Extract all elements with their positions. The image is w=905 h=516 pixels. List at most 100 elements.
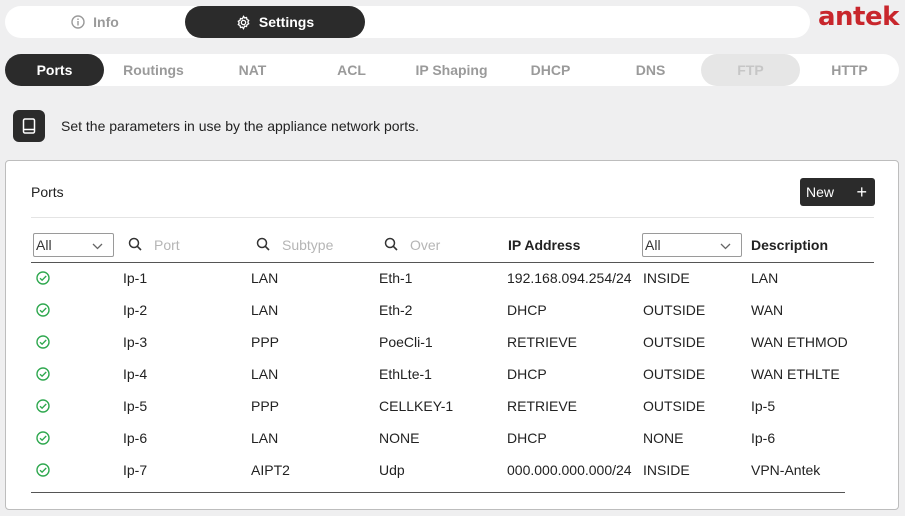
cell-ip: 000.000.000.000/24 bbox=[507, 462, 632, 478]
cell-over: EthLte-1 bbox=[379, 366, 432, 382]
cell-zone: OUTSIDE bbox=[643, 302, 706, 318]
ports-panel: Ports New + All Port Subtype Over IP Add… bbox=[5, 160, 899, 510]
cell-ip: RETRIEVE bbox=[507, 334, 578, 350]
check-circle-icon bbox=[36, 271, 50, 285]
subtab-ftp: FTP bbox=[701, 54, 800, 86]
search-icon bbox=[128, 237, 142, 254]
cell-ip: DHCP bbox=[507, 302, 547, 318]
subtab-http[interactable]: HTTP bbox=[800, 54, 899, 86]
table-row[interactable]: Ip-6 LAN NONE DHCP NONE Ip-6 bbox=[6, 422, 900, 454]
check-circle-icon bbox=[36, 303, 50, 317]
cell-port: Ip-1 bbox=[123, 270, 148, 286]
chevron-down-icon bbox=[720, 237, 731, 253]
tab-settings[interactable]: Settings bbox=[185, 6, 365, 38]
cell-port: Ip-7 bbox=[123, 462, 148, 478]
cell-over: Eth-2 bbox=[379, 302, 413, 318]
cell-port: Ip-2 bbox=[123, 302, 148, 318]
cell-ip: RETRIEVE bbox=[507, 398, 578, 414]
cell-description: WAN ETHMOD bbox=[751, 334, 848, 350]
status-filter-value: All bbox=[36, 237, 52, 253]
subtype-search-placeholder: Subtype bbox=[282, 237, 334, 253]
status-filter-select[interactable]: All bbox=[33, 233, 114, 257]
settings-subtabs: Ports Routings NAT ACL IP Shaping DHCP D… bbox=[5, 54, 899, 86]
cell-subtype: LAN bbox=[251, 366, 279, 382]
subtab-dhcp[interactable]: DHCP bbox=[501, 54, 600, 86]
check-circle-icon bbox=[36, 399, 50, 413]
check-circle-icon bbox=[36, 335, 50, 349]
table-row[interactable]: Ip-2 LAN Eth-2 DHCP OUTSIDE WAN bbox=[6, 294, 900, 326]
cell-over: Udp bbox=[379, 462, 405, 478]
subtab-acl[interactable]: ACL bbox=[302, 54, 401, 86]
subtype-search-input[interactable]: Subtype bbox=[256, 233, 366, 257]
panel-title: Ports bbox=[31, 184, 64, 200]
cell-description: Ip-5 bbox=[751, 398, 776, 414]
zone-filter-value: All bbox=[645, 237, 661, 253]
cell-subtype: LAN bbox=[251, 430, 279, 446]
divider bbox=[31, 217, 874, 218]
table-row[interactable]: Ip-1 LAN Eth-1 192.168.094.254/24 INSIDE LAN bbox=[6, 262, 900, 294]
over-search-placeholder: Over bbox=[410, 237, 441, 253]
cell-description: VPN-Antek bbox=[751, 462, 821, 478]
cell-subtype: AIPT2 bbox=[251, 462, 290, 478]
cell-port: Ip-6 bbox=[123, 430, 148, 446]
zone-filter-select[interactable]: All bbox=[642, 233, 742, 257]
check-circle-icon bbox=[36, 431, 50, 445]
subtab-routings[interactable]: Routings bbox=[104, 54, 203, 86]
cell-zone: OUTSIDE bbox=[643, 366, 706, 382]
book-icon bbox=[13, 110, 45, 142]
chevron-down-icon bbox=[92, 237, 103, 253]
cell-over: PoeCli-1 bbox=[379, 334, 433, 350]
cell-description: WAN ETHLTE bbox=[751, 366, 840, 382]
subtab-ports[interactable]: Ports bbox=[5, 54, 104, 86]
cell-zone: INSIDE bbox=[643, 462, 690, 478]
over-search-input[interactable]: Over bbox=[384, 233, 494, 257]
cell-subtype: PPP bbox=[251, 334, 280, 350]
table-row[interactable]: Ip-5 PPP CELLKEY-1 RETRIEVE OUTSIDE Ip-5 bbox=[6, 390, 900, 422]
cell-subtype: LAN bbox=[251, 270, 279, 286]
subtab-dns[interactable]: DNS bbox=[601, 54, 700, 86]
cell-ip: 192.168.094.254/24 bbox=[507, 270, 632, 286]
column-header-ip: IP Address bbox=[508, 237, 581, 253]
cell-description: Ip-6 bbox=[751, 430, 776, 446]
table-row[interactable]: Ip-4 LAN EthLte-1 DHCP OUTSIDE WAN ETHLTE bbox=[6, 358, 900, 390]
port-search-placeholder: Port bbox=[154, 237, 180, 253]
check-circle-icon bbox=[36, 367, 50, 381]
column-header-description: Description bbox=[751, 237, 829, 253]
subtab-nat[interactable]: NAT bbox=[203, 54, 302, 86]
info-circle-icon bbox=[71, 15, 85, 29]
search-icon bbox=[384, 237, 398, 254]
cell-over: NONE bbox=[379, 430, 420, 446]
gear-icon bbox=[236, 14, 251, 30]
cell-zone: INSIDE bbox=[643, 270, 690, 286]
page-description: Set the parameters in use by the applian… bbox=[61, 118, 419, 134]
tab-settings-label: Settings bbox=[258, 14, 315, 30]
cell-over: CELLKEY-1 bbox=[379, 398, 454, 414]
new-port-button[interactable]: New + bbox=[800, 178, 875, 206]
table-bottom-divider bbox=[31, 492, 845, 493]
cell-port: Ip-3 bbox=[123, 334, 148, 350]
cell-subtype: LAN bbox=[251, 302, 279, 318]
cell-port: Ip-5 bbox=[123, 398, 148, 414]
cell-subtype: PPP bbox=[251, 398, 280, 414]
plus-icon: + bbox=[856, 182, 867, 202]
cell-description: WAN bbox=[751, 302, 784, 318]
table-row[interactable]: Ip-7 AIPT2 Udp 000.000.000.000/24 INSIDE VPN-… bbox=[6, 454, 900, 486]
cell-zone: NONE bbox=[643, 430, 684, 446]
subtab-ip-shaping[interactable]: IP Shaping bbox=[402, 54, 501, 86]
tab-info[interactable]: Info bbox=[5, 6, 185, 38]
brand-logo: antek bbox=[818, 2, 899, 32]
cell-description: LAN bbox=[751, 270, 779, 286]
tab-info-label: Info bbox=[93, 14, 119, 30]
table-row[interactable]: Ip-3 PPP PoeCli-1 RETRIEVE OUTSIDE WAN ETHMOD bbox=[6, 326, 900, 358]
port-search-input[interactable]: Port bbox=[128, 233, 238, 257]
top-nav: Info Settings bbox=[5, 6, 810, 38]
search-icon bbox=[256, 237, 270, 254]
cell-zone: OUTSIDE bbox=[643, 334, 706, 350]
cell-ip: DHCP bbox=[507, 366, 547, 382]
cell-ip: DHCP bbox=[507, 430, 547, 446]
new-button-label: New bbox=[806, 184, 835, 200]
cell-port: Ip-4 bbox=[123, 366, 148, 382]
cell-zone: OUTSIDE bbox=[643, 398, 706, 414]
check-circle-icon bbox=[36, 463, 50, 477]
cell-over: Eth-1 bbox=[379, 270, 413, 286]
